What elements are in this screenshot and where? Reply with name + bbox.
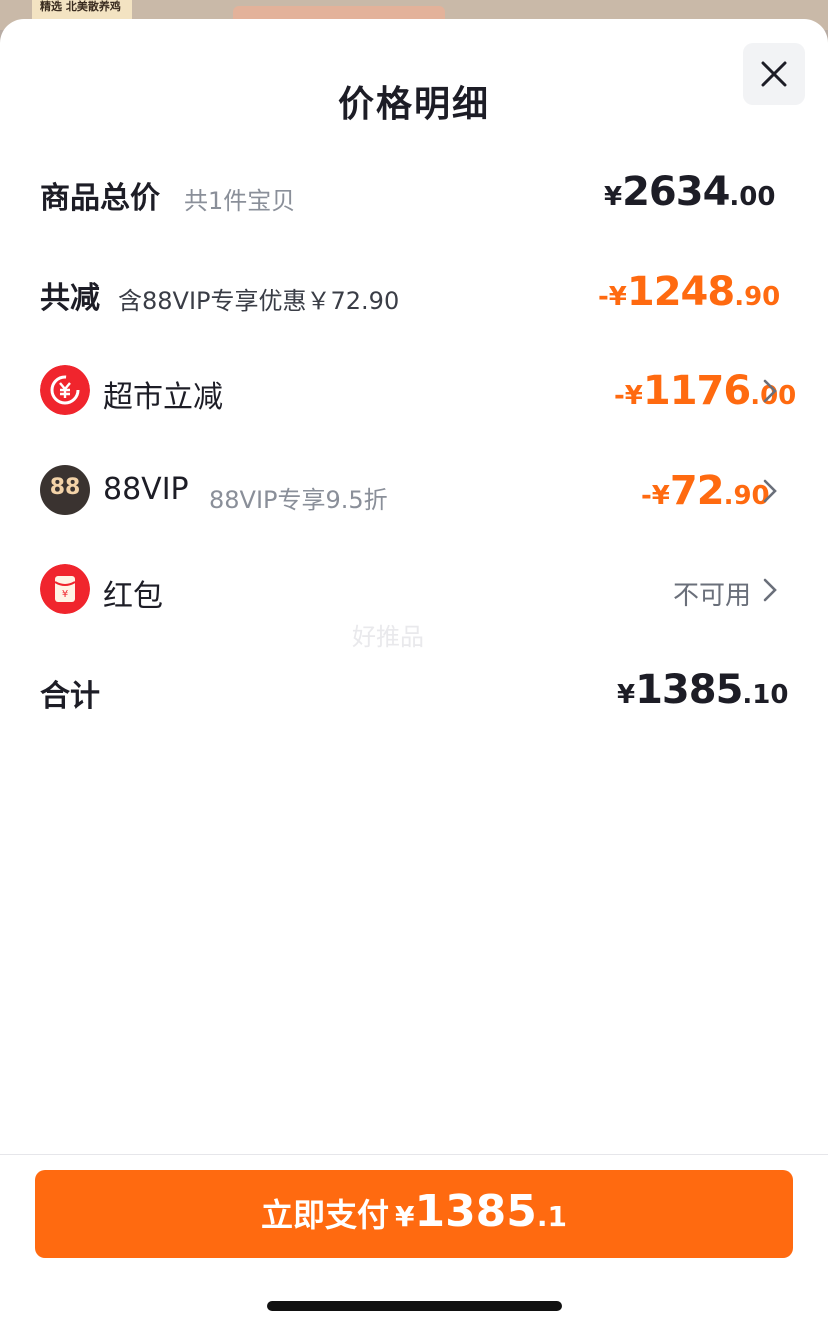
price-detail-sheet: 价格明细 商品总价 共1件宝贝 ¥2634.00 共减 含88VIP专享优惠￥7… xyxy=(0,19,828,1329)
sum-label: 合计 xyxy=(40,679,100,714)
88vip-discount-price: -¥72.90 xyxy=(641,468,770,514)
pay-currency: ¥ xyxy=(394,1200,415,1233)
watermark-text: 好推品 xyxy=(352,623,424,651)
88vip-note: 88VIP专享9.5折 xyxy=(209,486,388,514)
pay-now-label: 立即支付 xyxy=(260,1196,389,1234)
background-banner-text: 精选 北美散养鸡 xyxy=(40,0,121,13)
row-sum: 合计 ¥1385.10 xyxy=(0,659,828,719)
row-total-goods: 商品总价 共1件宝贝 ¥2634.00 xyxy=(0,161,828,221)
pay-amount-int: 1385 xyxy=(414,1186,537,1237)
supermarket-discount-label: 超市立减 xyxy=(103,380,223,415)
vip-discount-note: 含88VIP专享优惠￥72.90 xyxy=(118,287,400,315)
svg-text:¥: ¥ xyxy=(62,589,68,600)
home-indicator xyxy=(267,1301,562,1311)
red-packet-label: 红包 xyxy=(103,579,163,614)
row-supermarket-discount[interactable]: 超市立减 -¥1176.00 xyxy=(0,360,828,420)
row-red-packet[interactable]: ¥ 红包 不可用 xyxy=(0,559,828,619)
88vip-label: 88VIP xyxy=(103,472,189,507)
close-icon xyxy=(761,61,787,87)
footer-divider xyxy=(0,1154,828,1155)
item-count: 共1件宝贝 xyxy=(184,187,296,215)
pay-now-button[interactable]: 立即支付 ¥1385.1 xyxy=(35,1170,793,1258)
sheet-title: 价格明细 xyxy=(337,84,490,125)
chevron-right-icon xyxy=(763,479,777,503)
total-goods-price: ¥2634.00 xyxy=(604,169,776,215)
sum-price: ¥1385.10 xyxy=(617,667,789,713)
88vip-badge-icon: 88 xyxy=(40,465,90,515)
row-total-discount: 共减 含88VIP专享优惠￥72.90 -¥1248.90 xyxy=(0,261,828,321)
chevron-right-icon xyxy=(763,379,777,403)
total-discount-label: 共减 xyxy=(40,281,100,316)
row-88vip-discount[interactable]: 88 88VIP 88VIP专享9.5折 -¥72.90 xyxy=(0,460,828,520)
pay-amount-dec: .1 xyxy=(536,1200,568,1233)
close-button[interactable] xyxy=(743,43,805,105)
coupon-yen-icon xyxy=(40,365,90,415)
red-packet-icon: ¥ xyxy=(40,564,90,614)
total-goods-label: 商品总价 xyxy=(40,181,160,216)
total-discount-price: -¥1248.90 xyxy=(598,269,781,315)
chevron-right-icon xyxy=(763,578,777,602)
red-packet-status: 不可用 xyxy=(673,581,752,611)
